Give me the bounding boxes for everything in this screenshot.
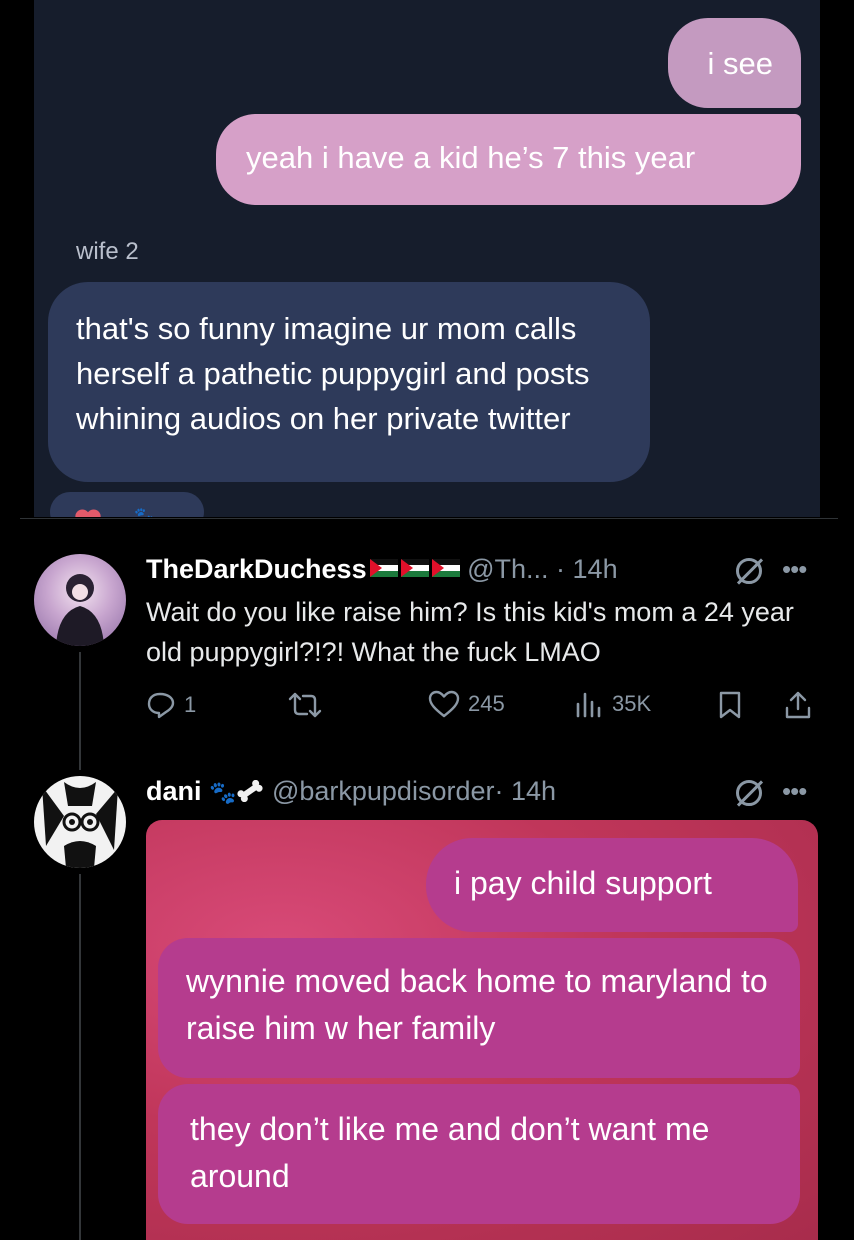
palestine-flag-icon xyxy=(431,559,460,577)
bone-icon xyxy=(237,779,264,803)
message-bubble-sent: they don’t like me and don’t want me aro… xyxy=(158,1084,800,1224)
palestine-flag-icon xyxy=(369,559,398,577)
message-bubble-sent: wynnie moved back home to maryland to ra… xyxy=(158,938,800,1078)
avatar-figure-icon xyxy=(56,574,104,646)
paw-icon: 🐾 xyxy=(209,780,237,805)
message-text: i pay child support xyxy=(454,865,712,901)
like-count: 245 xyxy=(468,691,505,716)
handle[interactable]: @barkpupdisorder xyxy=(272,776,495,806)
message-bubble-received: that's so funny imagine ur mom calls her… xyxy=(48,282,650,482)
retweet-icon xyxy=(288,692,322,718)
thread-line xyxy=(79,874,81,1240)
display-name[interactable]: dani xyxy=(146,776,202,806)
dm-screenshot-top: i see yeah i have a kid he’s 7 this year… xyxy=(34,0,820,517)
handle[interactable]: @Th... xyxy=(467,554,548,584)
bookmark-icon xyxy=(719,691,741,719)
message-text: yeah i have a kid he’s 7 this year xyxy=(246,140,696,175)
timestamp[interactable]: · 14h xyxy=(556,554,618,584)
bookmark-button[interactable] xyxy=(718,691,742,719)
tweet-header: TheDarkDuchess @Th... · 14h xyxy=(146,554,618,585)
reactions-pill: 🐾 xyxy=(50,492,204,517)
palestine-flag-icon xyxy=(400,559,429,577)
reply-button[interactable]: 1 xyxy=(146,691,196,719)
tweet-header: dani 🐾 @barkpupdisorder· 14h xyxy=(146,776,556,807)
avatar[interactable] xyxy=(34,554,126,646)
message-text: they don’t like me and don’t want me aro… xyxy=(190,1111,710,1194)
sender-label: wife 2 xyxy=(76,238,139,265)
timestamp[interactable]: · 14h xyxy=(494,776,556,806)
grok-icon[interactable] xyxy=(736,558,762,584)
message-text: that's so funny imagine ur mom calls her… xyxy=(76,311,590,436)
views-icon xyxy=(576,692,601,718)
message-bubble-sent: yeah i have a kid he’s 7 this year xyxy=(216,114,801,205)
views-button[interactable]: 35K xyxy=(574,690,651,718)
more-options-icon[interactable]: ••• xyxy=(782,776,807,807)
heart-icon xyxy=(428,690,460,718)
avatar-manga-icon xyxy=(42,782,118,868)
divider xyxy=(20,518,838,519)
views-count: 35K xyxy=(612,691,652,716)
message-bubble-sent: i pay child support xyxy=(426,838,798,932)
display-name[interactable]: TheDarkDuchess xyxy=(146,554,367,584)
retweet-button[interactable] xyxy=(288,692,322,718)
reply-count: 1 xyxy=(184,692,197,717)
message-text: i see xyxy=(707,46,773,81)
like-button[interactable]: 245 xyxy=(428,690,505,718)
avatar[interactable] xyxy=(34,776,126,868)
share-icon xyxy=(785,691,811,719)
message-bubble-sent: i see xyxy=(668,18,801,108)
tweet-text: Wait do you like raise him? Is this kid'… xyxy=(146,597,794,667)
reply-icon xyxy=(147,692,175,719)
grok-icon[interactable] xyxy=(736,780,762,806)
message-text: wynnie moved back home to maryland to ra… xyxy=(186,963,768,1046)
paw-reaction-icon: 🐾 xyxy=(134,508,154,517)
more-options-icon[interactable]: ••• xyxy=(782,554,807,585)
dm-screenshot-attachment[interactable]: i pay child support wynnie moved back ho… xyxy=(146,820,818,1240)
share-button[interactable] xyxy=(784,690,812,720)
thread-line xyxy=(79,652,81,770)
